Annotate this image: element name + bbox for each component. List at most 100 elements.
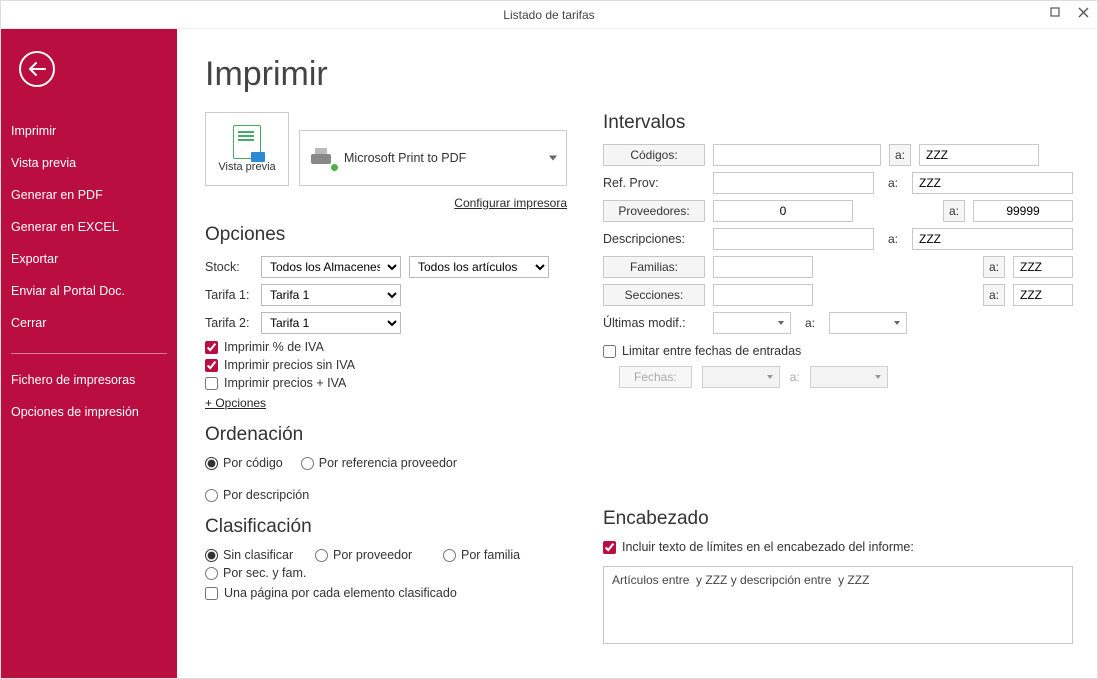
stock-label: Stock: <box>205 260 253 274</box>
stock-filter-select[interactable]: Todos los artículos <box>409 256 549 278</box>
prov-a-button[interactable]: a: <box>943 200 965 222</box>
ultimas-to-combo[interactable] <box>829 312 907 334</box>
columns: Vista previa Microsoft Print to PDF Conf… <box>205 112 1073 649</box>
radio-por-ref[interactable]: Por referencia proveedor <box>301 456 457 470</box>
fam-to-input[interactable] <box>1013 256 1073 278</box>
window-title: Listado de tarifas <box>503 8 594 22</box>
main: Imprimir Vista previa <box>177 29 1097 678</box>
sec-row: Secciones: a: <box>603 284 1073 306</box>
more-options-link[interactable]: + Opciones <box>205 396 567 410</box>
codigos-a-button[interactable]: a: <box>889 144 911 166</box>
fechas-to-combo <box>810 366 888 388</box>
prov-to-input[interactable] <box>973 200 1073 222</box>
radio-por-proveedor-input[interactable] <box>315 549 328 562</box>
radio-por-ref-input[interactable] <box>301 457 314 470</box>
chk-iva-pct-input[interactable] <box>205 341 218 354</box>
right-column: Intervalos Códigos: a: Ref. Prov: a: <box>603 112 1073 649</box>
desc-to-input[interactable] <box>912 228 1073 250</box>
secciones-button[interactable]: Secciones: <box>603 284 705 306</box>
titlebar: Listado de tarifas <box>1 1 1097 29</box>
chk-una-pagina-input[interactable] <box>205 587 218 600</box>
radio-por-sec-fam-input[interactable] <box>205 567 218 580</box>
prov-from-input[interactable] <box>713 200 853 222</box>
intervalos-grid: Códigos: a: <box>603 144 1073 166</box>
sidebar: Imprimir Vista previa Generar en PDF Gen… <box>1 29 177 678</box>
vista-previa-button[interactable]: Vista previa <box>205 112 289 186</box>
sidebar-item-generar-pdf[interactable]: Generar en PDF <box>1 179 177 211</box>
section-ordenacion: Ordenación <box>205 424 567 446</box>
radio-por-desc-input[interactable] <box>205 489 218 502</box>
radio-por-ref-label: Por referencia proveedor <box>319 456 457 470</box>
printer-select[interactable]: Microsoft Print to PDF <box>299 130 567 186</box>
ultimas-from-combo[interactable] <box>713 312 791 334</box>
chk-incluir-texto[interactable]: Incluir texto de límites en el encabezad… <box>603 540 1073 554</box>
radio-por-desc[interactable]: Por descripción <box>205 488 309 502</box>
fam-from-input[interactable] <box>713 256 813 278</box>
fam-row: Familias: a: <box>603 256 1073 278</box>
prov-row: Proveedores: a: <box>603 200 1073 222</box>
sidebar-item-exportar[interactable]: Exportar <box>1 243 177 275</box>
tarifa1-label: Tarifa 1: <box>205 288 253 302</box>
configure-printer-link[interactable]: Configurar impresora <box>205 196 567 210</box>
chk-con-iva-input[interactable] <box>205 377 218 390</box>
chk-sin-iva[interactable]: Imprimir precios sin IVA <box>205 358 567 372</box>
sidebar-item-generar-excel[interactable]: Generar en EXCEL <box>1 211 177 243</box>
codigos-from-input[interactable] <box>713 144 881 166</box>
sidebar-item-enviar-portal[interactable]: Enviar al Portal Doc. <box>1 275 177 307</box>
chk-con-iva-label: Imprimir precios + IVA <box>224 376 346 390</box>
radio-por-sec-fam[interactable]: Por sec. y fam. <box>205 566 306 580</box>
sidebar-item-imprimir[interactable]: Imprimir <box>1 115 177 147</box>
radio-sin-clasificar[interactable]: Sin clasificar <box>205 548 297 562</box>
ultimas-label: Últimas modif.: <box>603 316 705 330</box>
sidebar-item-fichero-impresoras[interactable]: Fichero de impresoras <box>1 364 177 396</box>
proveedores-button[interactable]: Proveedores: <box>603 200 705 222</box>
radio-por-codigo-label: Por código <box>223 456 283 470</box>
chk-limitar-fechas[interactable]: Limitar entre fechas de entradas <box>603 344 1073 358</box>
familias-button[interactable]: Familias: <box>603 256 705 278</box>
tarifa1-select[interactable]: Tarifa 1 <box>261 284 401 306</box>
sec-from-input[interactable] <box>713 284 813 306</box>
radio-sin-clasificar-input[interactable] <box>205 549 218 562</box>
close-button[interactable] <box>1073 3 1093 21</box>
stock-select[interactable]: Todos los Almacenes <box>261 256 401 278</box>
section-encabezado: Encabezado <box>603 508 1073 530</box>
page-title: Imprimir <box>205 55 1073 94</box>
refprov-to-input[interactable] <box>912 172 1073 194</box>
tarifa2-label: Tarifa 2: <box>205 316 253 330</box>
codigos-to-input[interactable] <box>919 144 1039 166</box>
printer-name: Microsoft Print to PDF <box>344 151 466 165</box>
chk-sin-iva-input[interactable] <box>205 359 218 372</box>
tarifa2-select[interactable]: Tarifa 1 <box>261 312 401 334</box>
sidebar-item-vista-previa[interactable]: Vista previa <box>1 147 177 179</box>
maximize-button[interactable] <box>1045 3 1065 21</box>
codigos-button[interactable]: Códigos: <box>603 144 705 166</box>
refprov-from-input[interactable] <box>713 172 874 194</box>
chk-una-pagina[interactable]: Una página por cada elemento clasificado <box>205 586 567 600</box>
refprov-row: Ref. Prov: a: <box>603 172 1073 194</box>
ordenacion-radios: Por código Por referencia proveedor Por … <box>205 456 567 502</box>
fam-a-button[interactable]: a: <box>983 256 1005 278</box>
chk-limitar-fechas-input[interactable] <box>603 345 616 358</box>
sec-to-input[interactable] <box>1013 284 1073 306</box>
radio-por-codigo-input[interactable] <box>205 457 218 470</box>
fechas-from-combo <box>702 366 780 388</box>
vista-previa-label: Vista previa <box>218 161 275 173</box>
section-intervalos: Intervalos <box>603 112 1073 134</box>
encabezado-textarea[interactable] <box>603 566 1073 644</box>
radio-por-codigo[interactable]: Por código <box>205 456 283 470</box>
chk-con-iva[interactable]: Imprimir precios + IVA <box>205 376 567 390</box>
sidebar-item-opciones-impresion[interactable]: Opciones de impresión <box>1 396 177 428</box>
sidebar-separator <box>11 353 167 354</box>
chk-iva-pct[interactable]: Imprimir % de IVA <box>205 340 567 354</box>
radio-por-familia-input[interactable] <box>443 549 456 562</box>
radio-por-proveedor[interactable]: Por proveedor <box>315 548 425 562</box>
fechas-row: Fechas: a: <box>619 366 1073 388</box>
sidebar-item-cerrar[interactable]: Cerrar <box>1 307 177 339</box>
left-column: Vista previa Microsoft Print to PDF Conf… <box>205 112 567 649</box>
chk-sin-iva-label: Imprimir precios sin IVA <box>224 358 355 372</box>
desc-from-input[interactable] <box>713 228 874 250</box>
sec-a-button[interactable]: a: <box>983 284 1005 306</box>
radio-por-familia[interactable]: Por familia <box>443 548 520 562</box>
chk-incluir-texto-input[interactable] <box>603 541 616 554</box>
back-button[interactable] <box>19 51 55 87</box>
